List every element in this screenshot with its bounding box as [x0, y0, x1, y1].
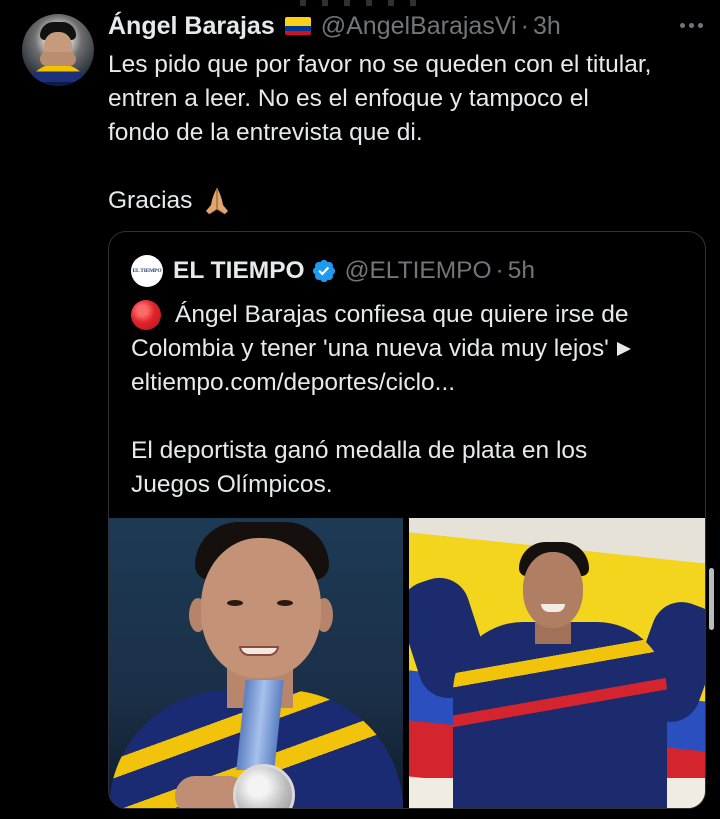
- logo-text: EL TIEMPO: [132, 268, 162, 274]
- colombia-flag-icon: [284, 17, 311, 35]
- quoted-author-handle[interactable]: @ELTIEMPO: [345, 257, 492, 285]
- closing-text: Gracias: [108, 187, 193, 214]
- tweet-body-line: Les pido que por favor no se queden con …: [108, 51, 652, 78]
- athlete-with-colombian-flag-photo[interactable]: [409, 518, 705, 808]
- red-circle-icon: [131, 300, 161, 330]
- tweet-body-line: entren a leer. No es el enfoque y tampoc…: [108, 85, 589, 112]
- tweet-closing: Gracias: [108, 184, 234, 218]
- scrollbar-thumb[interactable]: [709, 568, 714, 630]
- quoted-body-line: Ángel Barajas confiesa que quiere irse d…: [175, 301, 629, 328]
- quoted-timestamp[interactable]: 5h: [508, 257, 535, 285]
- athlete-with-silver-medal-photo[interactable]: [109, 518, 403, 808]
- quoted-tweet-header: EL TIEMPO EL TIEMPO @ELTIEMPO · 5h: [131, 255, 535, 287]
- quoted-tweet-body: Ángel Barajas confiesa que quiere irse d…: [131, 298, 691, 502]
- folded-hands-icon: [200, 185, 234, 217]
- article-link[interactable]: eltiempo.com/deportes/ciclo...: [131, 366, 455, 400]
- more-options-icon[interactable]: [676, 10, 706, 40]
- previous-content-edge: [300, 0, 420, 6]
- tweet-header: Ángel Barajas @AngelBarajasVi · 3h: [108, 10, 561, 42]
- author-handle[interactable]: @AngelBarajasVi: [321, 12, 517, 41]
- quoted-body-line: El deportista ganó medalla de plata en l…: [131, 437, 588, 464]
- tweet[interactable]: Ángel Barajas @AngelBarajasVi · 3h Les p…: [0, 0, 720, 819]
- quoted-tweet[interactable]: EL TIEMPO EL TIEMPO @ELTIEMPO · 5h Ángel…: [108, 231, 706, 809]
- separator-dot: ·: [520, 11, 529, 40]
- play-arrow-icon: [616, 342, 631, 356]
- separator-dot: ·: [495, 257, 504, 284]
- el-tiempo-logo-icon[interactable]: EL TIEMPO: [131, 255, 163, 287]
- quoted-body-line: Juegos Olímpicos.: [131, 471, 333, 498]
- author-name[interactable]: Ángel Barajas: [108, 12, 275, 41]
- media-gallery: [109, 518, 705, 808]
- avatar[interactable]: [22, 14, 94, 86]
- tweet-body-line: fondo de la entrevista que di.: [108, 119, 423, 146]
- tweet-body: Les pido que por favor no se queden con …: [108, 48, 708, 150]
- timestamp[interactable]: 3h: [533, 12, 561, 41]
- verified-badge-icon: [312, 259, 335, 283]
- quoted-body-line: Colombia y tener 'una nueva vida muy lej…: [131, 335, 609, 362]
- quoted-author-name[interactable]: EL TIEMPO: [173, 257, 305, 285]
